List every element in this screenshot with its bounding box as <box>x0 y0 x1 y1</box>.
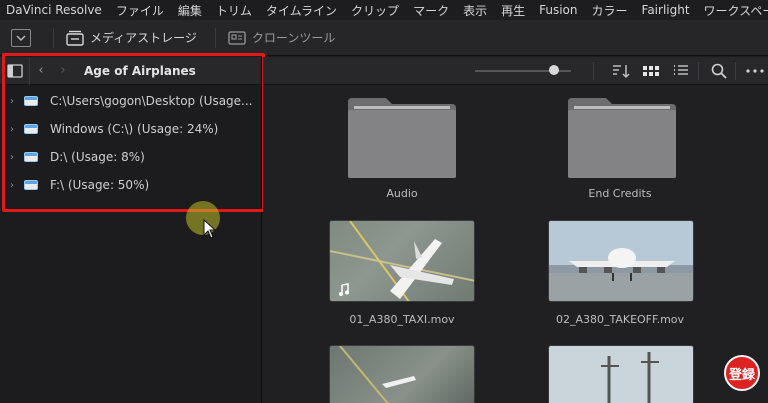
clip-thumbnail-takeoff[interactable] <box>548 220 694 302</box>
tree-item-label: D:\ (Usage: 8%) <box>50 150 145 164</box>
list-view-icon[interactable] <box>672 62 690 80</box>
menu-fairlight[interactable]: Fairlight <box>635 3 697 17</box>
menu-mark[interactable]: マーク <box>406 2 456 19</box>
menu-trim[interactable]: トリム <box>209 2 259 19</box>
nav-back-button[interactable]: ‹ <box>30 63 52 78</box>
toolbar-divider <box>698 62 699 80</box>
drive-icon <box>24 180 38 190</box>
nav-forward-button[interactable]: › <box>52 63 74 78</box>
tree-item-label: F:\ (Usage: 50%) <box>50 178 150 192</box>
media-storage-sidebar: ‹ › Age of Airplanes › C:\Users\gogon\De… <box>0 56 262 403</box>
panel-toggle-button[interactable] <box>11 28 31 47</box>
media-label: 01_A380_TAXI.mov <box>349 313 455 326</box>
menu-clip[interactable]: クリップ <box>344 2 406 19</box>
folder-audio-icon[interactable] <box>346 96 458 180</box>
clone-tool-button[interactable]: クローンツール <box>228 29 335 46</box>
menu-workspace[interactable]: ワークスペース <box>697 2 768 19</box>
clone-tool-icon <box>228 30 246 45</box>
menu-view[interactable]: 表示 <box>456 2 494 19</box>
chevron-right-icon[interactable]: › <box>10 96 20 107</box>
toolbar-divider <box>593 62 594 80</box>
sidebar-toggle-button[interactable] <box>0 56 30 85</box>
subscribe-badge[interactable]: 登録 <box>724 355 760 391</box>
chevron-right-icon[interactable]: › <box>10 124 20 135</box>
folder-end-credits-icon[interactable] <box>566 96 678 180</box>
menu-edit[interactable]: 編集 <box>171 2 209 19</box>
media-storage-icon <box>66 30 84 46</box>
menu-file[interactable]: ファイル <box>109 2 171 19</box>
menu-color[interactable]: カラー <box>585 2 635 19</box>
chevron-down-icon <box>16 35 26 41</box>
clone-tool-label: クローンツール <box>251 31 336 45</box>
toolbar-divider <box>53 27 54 48</box>
clip-thumbnail[interactable] <box>329 345 475 403</box>
search-icon[interactable] <box>710 62 728 80</box>
chevron-right-icon[interactable]: › <box>10 180 20 191</box>
media-label: End Credits <box>588 187 652 200</box>
drive-icon <box>24 152 38 162</box>
drive-icon <box>24 96 38 106</box>
menu-fusion[interactable]: Fusion <box>532 3 584 17</box>
grid-view-icon[interactable] <box>642 62 660 80</box>
clip-thumbnail-taxi[interactable] <box>329 220 475 302</box>
sidebar-toggle-icon <box>6 63 23 78</box>
zoom-slider-handle[interactable] <box>548 65 559 75</box>
browser-toolbar <box>263 57 768 85</box>
menu-timeline[interactable]: タイムライン <box>259 2 344 19</box>
toolbar: メディアストレージ クローンツール <box>0 20 768 56</box>
tree-item-d[interactable]: › D:\ (Usage: 8%) <box>0 143 261 171</box>
media-label: Audio <box>386 187 418 200</box>
tree-item-desktop[interactable]: › C:\Users\gogon\Desktop (Usage... <box>0 87 261 115</box>
browser-title: Age of Airplanes <box>84 63 196 78</box>
tree-item-windows-c[interactable]: › Windows (C:\) (Usage: 24%) <box>0 115 261 143</box>
music-note-icon <box>339 283 349 296</box>
mouse-cursor-icon <box>203 219 217 239</box>
media-storage-label: メディアストレージ <box>90 31 197 45</box>
media-storage-button[interactable]: メディアストレージ <box>66 29 197 46</box>
menu-playback[interactable]: 再生 <box>494 2 532 19</box>
menu-bar: DaVinci Resolve ファイル 編集 トリム タイムライン クリップ … <box>0 0 768 20</box>
tree-item-label: Windows (C:\) (Usage: 24%) <box>50 122 219 136</box>
toolbar-divider <box>735 62 736 80</box>
tree-item-f[interactable]: › F:\ (Usage: 50%) <box>0 171 261 199</box>
sort-icon[interactable] <box>611 62 631 80</box>
tree-item-label: C:\Users\gogon\Desktop (Usage... <box>50 94 253 108</box>
clip-thumbnail[interactable] <box>548 345 694 403</box>
media-label: 02_A380_TAKEOFF.mov <box>555 313 685 326</box>
chevron-right-icon[interactable]: › <box>10 152 20 163</box>
menu-davinci-resolve[interactable]: DaVinci Resolve <box>0 3 109 17</box>
more-icon[interactable] <box>745 62 765 80</box>
toolbar-divider <box>214 27 216 48</box>
browser-header: ‹ › Age of Airplanes <box>0 56 261 85</box>
drive-icon <box>24 124 38 134</box>
